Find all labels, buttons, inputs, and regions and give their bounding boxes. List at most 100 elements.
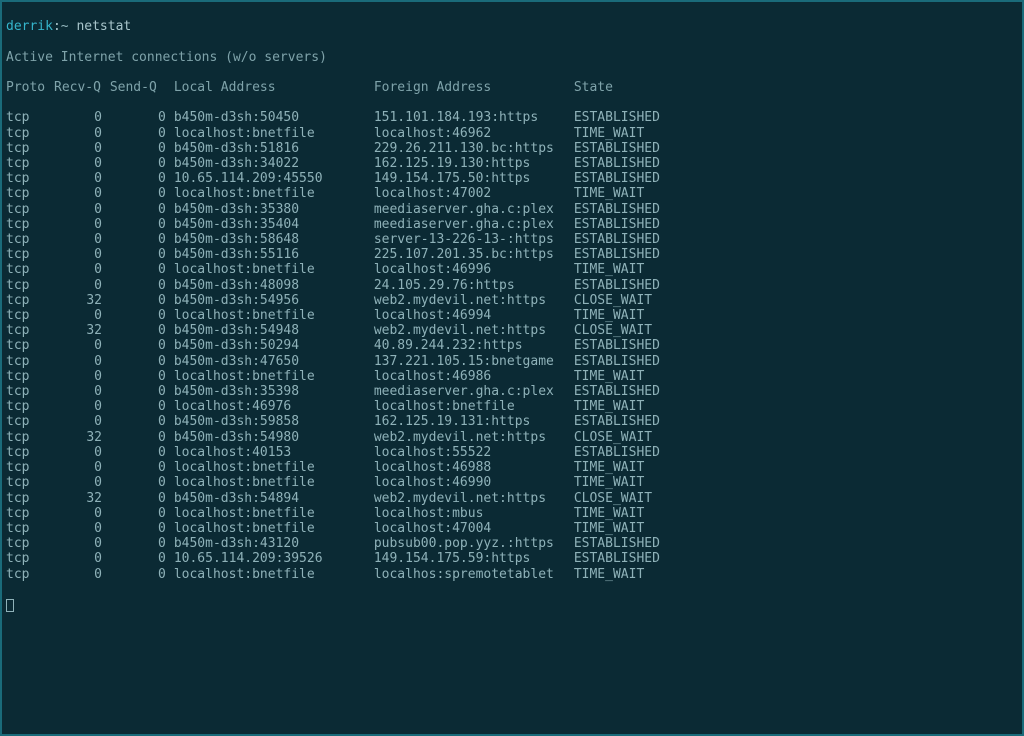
cell-state: ESTABLISHED [574, 202, 694, 217]
cell-state: TIME_WAIT [574, 475, 694, 490]
cell-local: localhost:bnetfile [166, 521, 374, 536]
cell-state: ESTABLISHED [574, 171, 694, 186]
table-row: tcp32 0b450m-d3sh:54948web2.mydevil.net:… [6, 323, 1018, 338]
cell-state: ESTABLISHED [574, 247, 694, 262]
cell-local: localhost:bnetfile [166, 262, 374, 277]
cell-foreign: 137.221.105.15:bnetgame [374, 354, 574, 369]
cell-sendq: 0 [110, 384, 166, 399]
cell-state: TIME_WAIT [574, 506, 694, 521]
cell-local: b450m-d3sh:35380 [166, 202, 374, 217]
cell-sendq: 0 [110, 491, 166, 506]
cell-recvq: 0 [54, 186, 102, 201]
table-row: tcp0 0b450m-d3sh:43120pubsub00.pop.yyz.:… [6, 536, 1018, 551]
cell-local: b450m-d3sh:59858 [166, 414, 374, 429]
cell-state: ESTABLISHED [574, 445, 694, 460]
cell-foreign: meediaserver.gha.c:plex [374, 384, 574, 399]
cell-recvq: 0 [54, 171, 102, 186]
cell-sendq: 0 [110, 141, 166, 156]
command-text: netstat [76, 19, 131, 34]
header-foreign: Foreign Address [374, 80, 574, 95]
cell-local: 10.65.114.209:45550 [166, 171, 374, 186]
cell-sendq: 0 [110, 217, 166, 232]
cell-foreign: 40.89.244.232:https [374, 338, 574, 353]
table-row: tcp0 0localhost:bnetfilelocalhost:46962T… [6, 126, 1018, 141]
cell-proto: tcp [6, 399, 54, 414]
cell-foreign: 162.125.19.131:https [374, 414, 574, 429]
prompt-line: derrik:~ netstat [6, 19, 1018, 34]
prompt-separator: : [53, 19, 61, 34]
cell-sendq: 0 [110, 232, 166, 247]
cell-recvq: 0 [54, 506, 102, 521]
cell-local: b450m-d3sh:58648 [166, 232, 374, 247]
cell-proto: tcp [6, 186, 54, 201]
cell-recvq: 0 [54, 475, 102, 490]
cell-local: b450m-d3sh:50450 [166, 110, 374, 125]
cell-local: b450m-d3sh:50294 [166, 338, 374, 353]
cell-sendq: 0 [110, 506, 166, 521]
table-row: tcp32 0b450m-d3sh:54894web2.mydevil.net:… [6, 491, 1018, 506]
column-headers: ProtoRecv-Q Send-QLocal AddressForeign A… [6, 80, 1018, 95]
cell-proto: tcp [6, 475, 54, 490]
table-row: tcp0 0b450m-d3sh:58648server-13-226-13-:… [6, 232, 1018, 247]
cell-foreign: pubsub00.pop.yyz.:https [374, 536, 574, 551]
cell-proto: tcp [6, 156, 54, 171]
cell-foreign: 151.101.184.193:https [374, 110, 574, 125]
cell-foreign: web2.mydevil.net:https [374, 293, 574, 308]
connection-list: tcp0 0b450m-d3sh:50450151.101.184.193:ht… [6, 110, 1018, 581]
cell-foreign: localhost:47002 [374, 186, 574, 201]
cell-foreign: localhost:55522 [374, 445, 574, 460]
cell-recvq: 0 [54, 369, 102, 384]
header-proto: Proto [6, 80, 54, 95]
cell-foreign: 24.105.29.76:https [374, 278, 574, 293]
table-row: tcp0 0b450m-d3sh:55116225.107.201.35.bc:… [6, 247, 1018, 262]
cell-recvq: 0 [54, 110, 102, 125]
table-row: tcp0 0b450m-d3sh:35398meediaserver.gha.c… [6, 384, 1018, 399]
table-row: tcp0 0b450m-d3sh:59858162.125.19.131:htt… [6, 414, 1018, 429]
cell-proto: tcp [6, 202, 54, 217]
cell-recvq: 0 [54, 141, 102, 156]
cell-foreign: localhost:mbus [374, 506, 574, 521]
cell-sendq: 0 [110, 369, 166, 384]
terminal-window[interactable]: derrik:~ netstat Active Internet connect… [0, 0, 1024, 736]
cell-proto: tcp [6, 430, 54, 445]
cell-state: CLOSE_WAIT [574, 430, 694, 445]
cell-recvq: 0 [54, 445, 102, 460]
table-row: tcp0 0localhost:bnetfilelocalhost:47002T… [6, 186, 1018, 201]
table-row: tcp0 010.65.114.209:45550149.154.175.50:… [6, 171, 1018, 186]
cell-sendq: 0 [110, 278, 166, 293]
table-row: tcp0 0b450m-d3sh:5029440.89.244.232:http… [6, 338, 1018, 353]
cell-local: localhost:40153 [166, 445, 374, 460]
cell-foreign: web2.mydevil.net:https [374, 323, 574, 338]
cell-foreign: localhost:46986 [374, 369, 574, 384]
cell-local: localhost:46976 [166, 399, 374, 414]
cell-sendq: 0 [110, 308, 166, 323]
cell-state: TIME_WAIT [574, 521, 694, 536]
cell-foreign: localhos:spremotetablet [374, 567, 574, 582]
cell-state: ESTABLISHED [574, 551, 694, 566]
cell-sendq: 0 [110, 247, 166, 262]
cell-state: TIME_WAIT [574, 567, 694, 582]
cell-recvq: 0 [54, 460, 102, 475]
cell-recvq: 0 [54, 232, 102, 247]
header-sendq: Send-Q [110, 80, 166, 95]
cell-proto: tcp [6, 567, 54, 582]
cell-proto: tcp [6, 278, 54, 293]
cell-foreign: 229.26.211.130.bc:https [374, 141, 574, 156]
cell-proto: tcp [6, 506, 54, 521]
table-row: tcp0 0localhost:bnetfilelocalhost:mbusTI… [6, 506, 1018, 521]
cell-foreign: web2.mydevil.net:https [374, 430, 574, 445]
cell-proto: tcp [6, 232, 54, 247]
cell-state: ESTABLISHED [574, 110, 694, 125]
cell-recvq: 0 [54, 567, 102, 582]
cell-local: b450m-d3sh:55116 [166, 247, 374, 262]
cursor-line [6, 597, 1018, 612]
cell-local: b450m-d3sh:54948 [166, 323, 374, 338]
cell-recvq: 32 [54, 491, 102, 506]
cell-sendq: 0 [110, 521, 166, 536]
cell-sendq: 0 [110, 110, 166, 125]
cell-recvq: 32 [54, 430, 102, 445]
table-row: tcp0 0localhost:bnetfilelocalhost:46996T… [6, 262, 1018, 277]
cell-local: b450m-d3sh:51816 [166, 141, 374, 156]
cell-local: b450m-d3sh:34022 [166, 156, 374, 171]
prompt-cwd: ~ [61, 19, 69, 34]
